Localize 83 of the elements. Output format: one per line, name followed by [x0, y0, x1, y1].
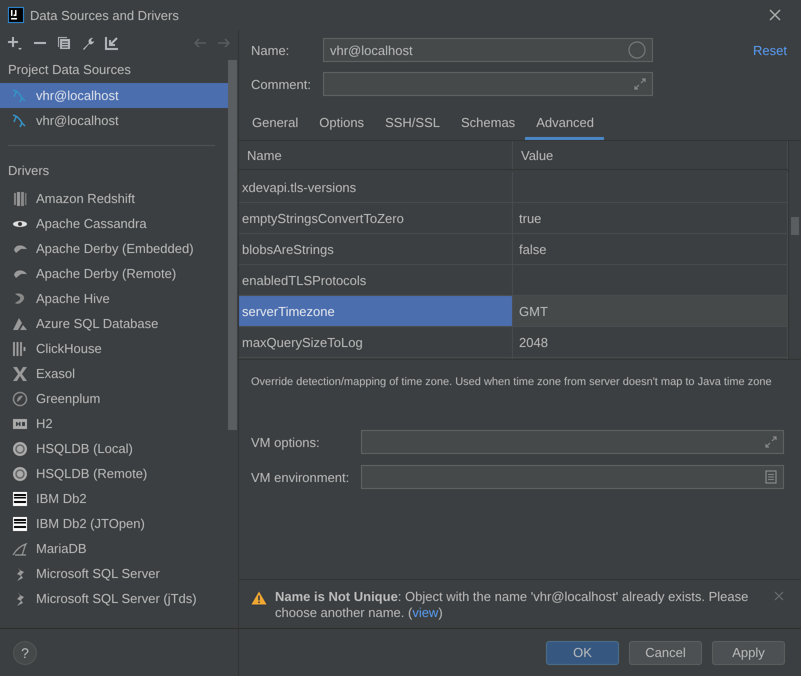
driver-icon	[12, 340, 28, 356]
expand-icon[interactable]	[765, 436, 777, 448]
table-cell[interactable]: blobsAreStrings	[239, 234, 513, 264]
data-source-item[interactable]: vhr@localhost	[0, 83, 228, 108]
comment-field[interactable]	[323, 72, 653, 96]
driver-icon	[12, 440, 28, 456]
close-icon[interactable]	[774, 591, 784, 601]
driver-item[interactable]: Azure SQL Database	[0, 311, 228, 336]
dialog-button[interactable]: Cancel	[629, 640, 702, 664]
table-cell[interactable]: enabledTLSProtocols	[239, 265, 513, 295]
driver-item[interactable]: HSQLDB (Remote)	[0, 461, 228, 486]
import-icon[interactable]	[105, 36, 119, 50]
tab[interactable]: General	[241, 108, 308, 140]
driver-icon	[12, 190, 28, 206]
warning-message: Name is Not Unique: Object with the name 'vhr@localhost' already exists. Please choose another name. (view)	[275, 589, 750, 621]
ok-button[interactable]: OK	[546, 640, 619, 664]
name-field[interactable]: vhr@localhost	[323, 38, 653, 62]
warning-icon	[251, 591, 267, 605]
tab[interactable]: Schemas	[450, 108, 526, 140]
vm-options-field[interactable]	[361, 430, 784, 454]
driver-icon	[12, 316, 28, 332]
window-title: Data Sources and Drivers	[30, 8, 179, 22]
data-source-item[interactable]: vhr@localhost	[0, 108, 228, 133]
driver-icon	[12, 366, 28, 382]
driver-item[interactable]: Apache Derby (Remote)	[0, 261, 228, 286]
vm-environment-field[interactable]	[361, 465, 784, 489]
field-label: Name:	[251, 42, 290, 58]
table-cell[interactable]: serverTimezone	[239, 296, 513, 326]
app-logo-icon	[8, 7, 24, 23]
wrench-icon[interactable]	[81, 36, 95, 50]
scrollbar-thumb[interactable]	[228, 60, 237, 430]
reset-link[interactable]: Reset	[753, 42, 787, 58]
driver-item[interactable]: MariaDB	[0, 536, 228, 561]
circle-icon[interactable]	[628, 41, 646, 59]
driver-icon	[12, 390, 28, 406]
field-label: VM options:	[251, 434, 321, 450]
section-heading: Drivers	[7, 162, 50, 180]
tab[interactable]: Advanced	[525, 108, 604, 140]
column-header[interactable]: Name	[239, 141, 513, 169]
driver-item[interactable]: Greenplum	[0, 386, 228, 411]
table-cell[interactable]: 2048	[513, 327, 788, 357]
driver-item[interactable]: HSQLDB (Local)	[0, 436, 228, 461]
driver-item[interactable]: Apache Hive	[0, 286, 228, 311]
driver-icon	[12, 540, 28, 556]
close-icon[interactable]	[769, 9, 781, 21]
table-cell[interactable]: GMT	[513, 296, 788, 326]
driver-item[interactable]: Amazon Redshift	[0, 186, 228, 211]
field-label: VM environment:	[251, 470, 350, 484]
driver-item[interactable]: H2	[0, 411, 228, 436]
table-cell[interactable]: emptyStringsConvertToZero	[239, 203, 513, 233]
dolphin-icon	[12, 88, 28, 102]
section-heading: Project Data Sources	[7, 61, 132, 79]
driver-icon	[12, 516, 28, 532]
driver-icon	[12, 490, 28, 506]
driver-item[interactable]: ClickHouse	[0, 336, 228, 361]
table-cell[interactable]: maxQuerySizeToLog	[239, 327, 513, 357]
dialog-button[interactable]: Apply	[712, 640, 785, 664]
back-arrow-icon[interactable]	[193, 36, 207, 50]
scrollbar-thumb[interactable]	[791, 217, 799, 235]
help-button[interactable]: ?	[13, 640, 37, 664]
table-cell[interactable]: true	[513, 203, 788, 233]
driver-item[interactable]: Microsoft SQL Server	[0, 561, 228, 586]
add-icon[interactable]	[7, 35, 23, 51]
dolphin-icon	[12, 114, 28, 128]
expand-icon[interactable]	[634, 78, 646, 90]
driver-item[interactable]: Apache Derby (Embedded)	[0, 236, 228, 261]
copy-icon[interactable]	[57, 36, 71, 50]
tab[interactable]: SSH/SSL	[374, 108, 450, 140]
driver-item[interactable]: Microsoft SQL Server (jTds)	[0, 586, 228, 611]
driver-item[interactable]: Apache Cassandra	[0, 211, 228, 236]
table-cell[interactable]: xdevapi.tls-versions	[239, 172, 513, 202]
driver-item[interactable]: Exasol	[0, 361, 228, 386]
driver-icon	[12, 466, 28, 482]
table-cell[interactable]: false	[513, 234, 788, 264]
column-header[interactable]: Value	[513, 141, 788, 169]
document-icon[interactable]	[765, 470, 777, 484]
field-label: Comment:	[251, 76, 312, 92]
driver-item[interactable]: IBM Db2 (JTOpen)	[0, 511, 228, 536]
forward-arrow-icon[interactable]	[217, 36, 231, 50]
driver-item[interactable]: IBM Db2	[0, 486, 228, 511]
tab[interactable]: Options	[308, 108, 374, 140]
description-text: Override detection/mapping of time zone. Used when time zone from server doesn't map to Java time zone	[251, 375, 773, 390]
view-link[interactable]: view	[412, 605, 438, 620]
